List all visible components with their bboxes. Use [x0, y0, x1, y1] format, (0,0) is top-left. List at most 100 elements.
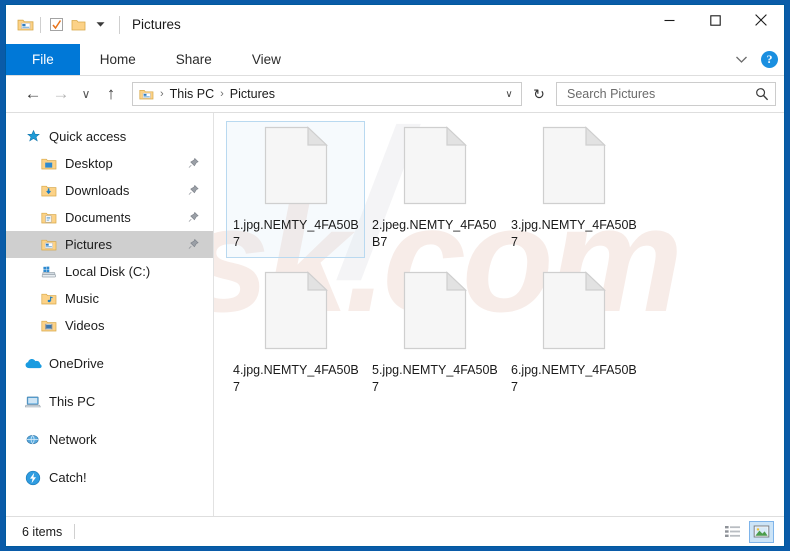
- breadcrumb-separator: ›: [220, 88, 224, 100]
- breadcrumb-bar[interactable]: › This PC › Pictures ∨: [132, 82, 522, 106]
- minimize-button[interactable]: [646, 5, 692, 35]
- file-item[interactable]: 6.jpg.NEMTY_4FA50B7: [504, 266, 643, 403]
- title-divider: [119, 15, 120, 34]
- window-title: Pictures: [132, 17, 181, 32]
- address-bar: ← → ∨ ↑ › This PC › Pictures ∨ ↻ Search …: [6, 76, 784, 112]
- sidebar-item-label: OneDrive: [49, 356, 104, 371]
- sidebar-item-desktop[interactable]: Desktop: [6, 150, 213, 177]
- file-item[interactable]: 5.jpg.NEMTY_4FA50B7: [365, 266, 504, 403]
- navigation-pane: Quick access Desktop Downloads Documents…: [6, 113, 214, 516]
- refresh-button[interactable]: ↻: [528, 86, 550, 103]
- back-button[interactable]: ←: [20, 81, 46, 107]
- breadcrumb-this-pc[interactable]: This PC: [167, 87, 217, 101]
- sidebar-item-documents[interactable]: Documents: [6, 204, 213, 231]
- sidebar-item-label: Catch!: [49, 470, 87, 485]
- breadcrumb: › This PC › Pictures: [139, 87, 501, 101]
- sidebar-item-quick-access[interactable]: Quick access: [6, 123, 213, 150]
- file-name: 4.jpg.NEMTY_4FA50B7: [233, 363, 359, 394]
- sidebar-item-label: Quick access: [49, 129, 127, 144]
- sidebar-item-catch[interactable]: Catch!: [6, 464, 213, 491]
- sidebar-item-local-disk[interactable]: Local Disk (C:): [6, 258, 213, 285]
- quick-access-toolbar: [6, 14, 120, 36]
- status-bar: 6 items: [6, 516, 784, 546]
- recent-locations-button[interactable]: ∨: [76, 81, 96, 107]
- status-divider: [74, 524, 76, 539]
- breadcrumb-pictures[interactable]: Pictures: [227, 87, 278, 101]
- file-grid: 1.jpg.NEMTY_4FA50B7 2.jpeg.NEMTY_4FA50B7: [226, 121, 780, 411]
- tab-file[interactable]: File: [6, 44, 80, 75]
- item-count-label: 6 items: [22, 524, 63, 539]
- pin-icon[interactable]: [188, 210, 199, 225]
- sidebar-item-this-pc[interactable]: This PC: [6, 388, 213, 415]
- tab-share[interactable]: Share: [156, 44, 232, 75]
- large-icons-view-button[interactable]: [749, 520, 774, 543]
- sidebar-item-pictures[interactable]: Pictures: [6, 231, 213, 258]
- new-folder-icon[interactable]: [67, 14, 89, 36]
- chevron-down-icon[interactable]: [731, 50, 751, 70]
- music-folder-icon: [40, 291, 58, 307]
- desktop-folder-icon: [40, 156, 58, 172]
- pin-icon[interactable]: [188, 156, 199, 171]
- sidebar-item-downloads[interactable]: Downloads: [6, 177, 213, 204]
- breadcrumb-dropdown-icon[interactable]: ∨: [501, 89, 517, 100]
- file-item[interactable]: 3.jpg.NEMTY_4FA50B7: [504, 121, 643, 258]
- sidebar-item-label: Desktop: [65, 156, 113, 171]
- file-item[interactable]: 1.jpg.NEMTY_4FA50B7: [226, 121, 365, 258]
- sidebar-item-label: Pictures: [65, 237, 112, 252]
- details-view-button[interactable]: [720, 521, 745, 543]
- file-name: 2.jpeg.NEMTY_4FA50B7: [372, 218, 497, 249]
- search-input[interactable]: [565, 86, 755, 102]
- maximize-button[interactable]: [692, 5, 738, 35]
- file-name: 5.jpg.NEMTY_4FA50B7: [372, 363, 498, 394]
- forward-button[interactable]: →: [48, 81, 74, 107]
- file-explorer-window: Pictures File Home Share View ? ← → ∨ ↑ …: [5, 4, 785, 547]
- generic-file-icon: [542, 271, 606, 355]
- generic-file-icon: [403, 126, 467, 210]
- tab-home[interactable]: Home: [80, 44, 156, 75]
- file-item[interactable]: 2.jpeg.NEMTY_4FA50B7: [365, 121, 504, 258]
- help-icon[interactable]: ?: [761, 51, 778, 68]
- downloads-folder-icon: [40, 183, 58, 199]
- sidebar-item-label: This PC: [49, 394, 96, 409]
- explorer-body: Quick access Desktop Downloads Documents…: [6, 112, 784, 516]
- explorer-icon[interactable]: [14, 14, 36, 36]
- customize-dropdown-icon[interactable]: [89, 14, 111, 36]
- close-button[interactable]: [738, 5, 784, 35]
- file-name: 6.jpg.NEMTY_4FA50B7: [511, 363, 637, 394]
- generic-file-icon: [264, 271, 328, 355]
- search-icon[interactable]: [755, 87, 769, 101]
- pin-icon[interactable]: [188, 183, 199, 198]
- sidebar-item-network[interactable]: Network: [6, 426, 213, 453]
- sidebar-item-label: Documents: [65, 210, 131, 225]
- file-list-pane[interactable]: / risk.com 1.jpg.NEMTY_4FA50B7: [214, 113, 784, 516]
- breadcrumb-folder-icon: [139, 88, 154, 101]
- sidebar-item-label: Local Disk (C:): [65, 264, 151, 279]
- documents-folder-icon: [40, 210, 58, 226]
- window-controls: [646, 5, 784, 35]
- generic-file-icon: [403, 271, 467, 355]
- sidebar-item-label: Music: [65, 291, 99, 306]
- breadcrumb-separator: ›: [160, 88, 164, 100]
- network-icon: [24, 432, 42, 448]
- title-bar: Pictures: [6, 5, 784, 44]
- properties-icon[interactable]: [45, 14, 67, 36]
- videos-folder-icon: [40, 318, 58, 334]
- sidebar-item-onedrive[interactable]: OneDrive: [6, 350, 213, 377]
- file-name: 3.jpg.NEMTY_4FA50B7: [511, 218, 637, 249]
- search-box[interactable]: [556, 82, 776, 106]
- file-item[interactable]: 4.jpg.NEMTY_4FA50B7: [226, 266, 365, 403]
- tab-view[interactable]: View: [232, 44, 301, 75]
- sidebar-item-music[interactable]: Music: [6, 285, 213, 312]
- up-button[interactable]: ↑: [98, 81, 124, 107]
- file-name: 1.jpg.NEMTY_4FA50B7: [233, 218, 359, 249]
- ribbon-right-controls: ?: [731, 44, 778, 75]
- ribbon-tab-bar: File Home Share View ?: [6, 44, 784, 76]
- sidebar-item-videos[interactable]: Videos: [6, 312, 213, 339]
- toolbar-divider: [40, 16, 41, 33]
- pin-icon[interactable]: [188, 237, 199, 252]
- this-pc-icon: [24, 394, 42, 410]
- local-disk-icon: [40, 264, 58, 280]
